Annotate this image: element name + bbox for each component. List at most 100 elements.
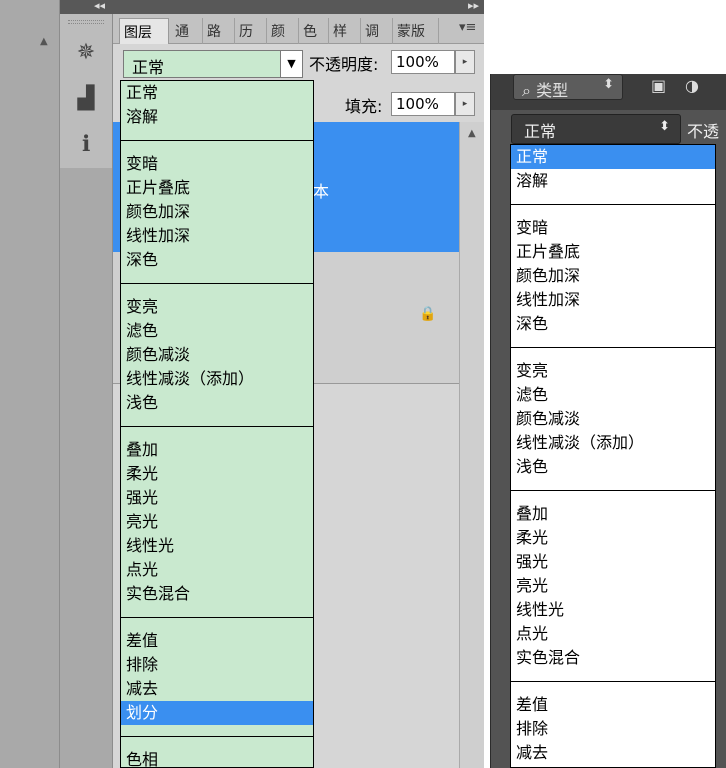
- blend-mode-option[interactable]: 线性光: [121, 534, 313, 558]
- blend-mode-option[interactable]: 颜色减淡: [121, 343, 313, 367]
- blend-mode-option[interactable]: 线性加深: [511, 288, 715, 312]
- blend-mode-option[interactable]: 滤色: [121, 319, 313, 343]
- blend-mode-option[interactable]: 柔光: [511, 526, 715, 550]
- histogram-icon[interactable]: ▟: [72, 84, 100, 112]
- blend-mode-option[interactable]: 线性减淡（添加）: [511, 431, 715, 455]
- blend-mode-option[interactable]: 滤色: [511, 383, 715, 407]
- blend-mode-option[interactable]: 变亮: [121, 295, 313, 319]
- tab-panel-2[interactable]: 路: [203, 18, 235, 44]
- search-icon: ⌕: [522, 81, 531, 100]
- blend-mode-option[interactable]: 强光: [121, 486, 313, 510]
- menu-separator: [121, 426, 313, 427]
- blend-mode-option[interactable]: 实色混合: [511, 646, 715, 670]
- blend-mode-option[interactable]: 变亮: [511, 359, 715, 383]
- info-icon[interactable]: ℹ: [72, 130, 100, 158]
- filter-type-select[interactable]: ⌕ 类型 ⬍: [513, 74, 623, 100]
- blend-mode-option[interactable]: 亮光: [121, 510, 313, 534]
- blend-mode-option[interactable]: 点光: [121, 558, 313, 582]
- blend-mode-value: 正常: [524, 122, 557, 141]
- blend-mode-option[interactable]: 点光: [511, 622, 715, 646]
- blend-mode-option[interactable]: 划分: [121, 701, 313, 725]
- adjustment-filter-icon[interactable]: ◑: [685, 76, 699, 95]
- fill-slider-button[interactable]: ▸: [455, 92, 475, 116]
- menu-separator: [511, 347, 715, 348]
- blend-mode-option[interactable]: 色相: [121, 748, 313, 767]
- blend-mode-option[interactable]: 强光: [511, 550, 715, 574]
- blend-mode-option[interactable]: 深色: [511, 312, 715, 336]
- icon-column-empty: [60, 168, 112, 768]
- blend-mode-option[interactable]: 排除: [511, 717, 715, 741]
- menu-separator: [121, 283, 313, 284]
- blend-mode-option[interactable]: 变暗: [121, 152, 313, 176]
- blend-mode-option[interactable]: 线性光: [511, 598, 715, 622]
- lock-icon: 🔒: [419, 306, 437, 322]
- blend-mode-option[interactable]: 浅色: [121, 391, 313, 415]
- dock-grip[interactable]: [68, 20, 104, 24]
- tab-panel-4[interactable]: 颜: [267, 18, 299, 44]
- tab-panel-3[interactable]: 历: [235, 18, 267, 44]
- menu-separator: [121, 617, 313, 618]
- blend-mode-option[interactable]: 差值: [121, 629, 313, 653]
- blend-mode-value: 正常: [132, 58, 165, 77]
- blend-mode-option[interactable]: 线性加深: [121, 224, 313, 248]
- menu-separator: [121, 140, 313, 141]
- collapse-panels-icon[interactable]: ◂◂: [94, 0, 105, 12]
- blend-mode-option[interactable]: 正常: [511, 145, 715, 169]
- blend-mode-option[interactable]: 正片叠底: [121, 176, 313, 200]
- canvas-edge: ▲: [0, 0, 60, 768]
- menu-separator: [511, 204, 715, 205]
- chevron-down-icon[interactable]: ▼: [280, 51, 302, 77]
- blend-mode-option[interactable]: 减去: [511, 741, 715, 765]
- panel-menu-icon[interactable]: ▾≡: [459, 20, 476, 35]
- tab-panel-5[interactable]: 色: [299, 18, 329, 44]
- blend-mode-option[interactable]: 亮光: [511, 574, 715, 598]
- opacity-slider-button[interactable]: ▸: [455, 50, 475, 74]
- blend-mode-option[interactable]: 溶解: [121, 105, 313, 129]
- tab-layers[interactable]: 图层: [119, 18, 169, 44]
- scroll-up-arrow-icon[interactable]: ▲: [40, 36, 48, 47]
- blend-mode-option[interactable]: 柔光: [121, 462, 313, 486]
- blend-mode-menu-dark: 正常 溶解变暗 正片叠底 颜色加深 线性加深 深色变亮 滤色 颜色减淡 线性减淡（添加） 浅色叠加…: [510, 144, 716, 768]
- menu-separator: [121, 736, 313, 737]
- blend-mode-option[interactable]: 颜色加深: [121, 200, 313, 224]
- blend-mode-option[interactable]: 叠加: [121, 438, 313, 462]
- filter-type-label: 类型: [536, 81, 569, 100]
- panel-dock-header: ◂◂ ▸▸: [60, 0, 484, 14]
- blend-mode-option[interactable]: 颜色加深: [511, 264, 715, 288]
- fill-input[interactable]: 100%: [391, 92, 455, 116]
- expand-panels-icon[interactable]: ▸▸: [468, 0, 479, 12]
- layers-scrollbar[interactable]: ▲: [459, 122, 485, 768]
- blend-mode-option[interactable]: 排除: [121, 653, 313, 677]
- image-filter-icon[interactable]: ▣: [651, 76, 666, 95]
- menu-separator: [511, 681, 715, 682]
- blend-mode-option[interactable]: 减去: [121, 677, 313, 701]
- blend-mode-option[interactable]: 差值: [511, 693, 715, 717]
- blend-mode-option[interactable]: 颜色减淡: [511, 407, 715, 431]
- blend-mode-option[interactable]: 正常: [121, 81, 313, 105]
- tab-panel-1[interactable]: 通: [171, 18, 203, 44]
- blend-mode-select-dark[interactable]: 正常 ⬍: [511, 114, 681, 144]
- blend-mode-option[interactable]: 叠加: [511, 502, 715, 526]
- tab-panel-8[interactable]: 蒙版: [393, 18, 439, 44]
- scroll-up-arrow-icon[interactable]: ▲: [468, 128, 476, 139]
- navigator-wheel-icon[interactable]: ✵: [72, 38, 100, 66]
- blend-mode-option[interactable]: 正片叠底: [511, 240, 715, 264]
- panel-icon-column: ✵ ▟ ℹ: [60, 14, 112, 768]
- opacity-label: 不透明度:: [309, 55, 379, 74]
- blend-mode-option[interactable]: 变暗: [511, 216, 715, 240]
- blend-mode-option[interactable]: 溶解: [511, 169, 715, 193]
- tab-panel-7[interactable]: 调: [361, 18, 393, 44]
- filter-bar: ⌕ 类型 ⬍ ▣ ◑: [491, 74, 726, 110]
- tab-panel-6[interactable]: 样: [329, 18, 361, 44]
- layer-name: 本: [313, 182, 330, 201]
- fill-label: 填充:: [345, 97, 383, 116]
- blend-mode-option[interactable]: 深色: [121, 248, 313, 272]
- opacity-input[interactable]: 100%: [391, 50, 455, 74]
- opacity-label: 不透: [687, 122, 720, 141]
- blend-mode-option[interactable]: 浅色: [511, 455, 715, 479]
- blend-mode-option[interactable]: 线性减淡（添加）: [121, 367, 313, 391]
- blend-mode-option[interactable]: 实色混合: [121, 582, 313, 606]
- stepper-icon: ⬍: [603, 77, 614, 92]
- blend-mode-menu: 正常 溶解变暗 正片叠底 颜色加深 线性加深 深色变亮 滤色 颜色减淡 线性减淡（添加） 浅色叠加…: [120, 80, 314, 768]
- blend-mode-select[interactable]: 正常 ▼: [123, 50, 303, 78]
